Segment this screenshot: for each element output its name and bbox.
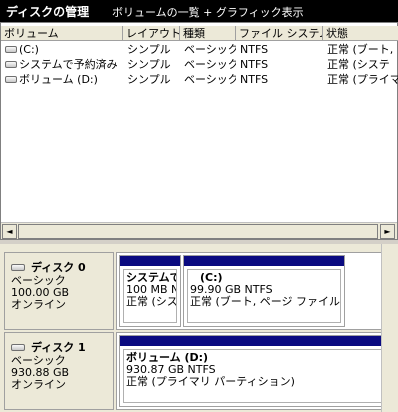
disk-name: ディスク 0 [31,261,86,274]
disk-status: オンライン [11,298,66,311]
partition-c[interactable]: (C:) 99.90 GB NTFS 正常 (ブート, ページ ファイル, ク [183,255,345,327]
volume-name: ボリューム (D:) [19,73,98,86]
disk-name: ディスク 1 [31,341,86,354]
volume-list: (C:) シンプル ベーシック NTFS 正常 (ブート, システムで予約済み … [1,42,398,87]
partition-status: 正常 (プライマリ パーティション) [126,375,295,388]
vertical-scrollbar[interactable] [381,244,398,412]
disk-icon [11,263,25,271]
disk-graphic-pane: ディスク 0 ベーシック 100.00 GB オンライン システムで 100 M… [0,244,398,412]
column-header-filesystem[interactable]: ファイル システム [236,26,323,41]
volume-type: ベーシック [184,58,236,71]
disk-status: オンライン [11,378,66,391]
volume-list-pane: ボリューム レイアウト 種類 ファイル システム 状態 (C:) シンプル ベー… [0,22,398,240]
volume-status: 正常 (プライマ [327,73,398,86]
column-header-volume[interactable]: ボリューム [1,26,123,41]
column-header-row: ボリューム レイアウト 種類 ファイル システム 状態 [1,26,398,41]
volume-layout: シンプル [127,73,171,86]
volume-filesystem: NTFS [240,43,269,56]
volume-drive-icon [5,75,17,83]
horizontal-scrollbar[interactable]: ◄ ► [1,222,397,239]
partition-color-bar [184,256,344,266]
partition-color-bar [120,336,388,346]
volume-row[interactable]: ボリューム (D:) シンプル ベーシック NTFS 正常 (プライマ [1,72,398,87]
disk-0-partition-area: システムで 100 MB N 正常 (シス (C:) 99.90 GB NTFS… [116,252,394,330]
window-title: ディスクの管理 [6,5,90,19]
volume-drive-icon [5,45,17,53]
column-header-type[interactable]: 種類 [180,26,236,41]
disk-0-label[interactable]: ディスク 0 ベーシック 100.00 GB オンライン [4,252,114,330]
scroll-left-button[interactable]: ◄ [2,224,17,239]
view-mode-label: ボリュームの一覧 + グラフィック表示 [112,6,304,19]
volume-drive-icon [5,60,17,68]
partition-color-bar [120,256,180,266]
arrow-left-icon: ◄ [6,227,13,236]
disk-1-partition-area: ボリューム (D:) 930.87 GB NTFS 正常 (プライマリ パーティ… [116,332,394,410]
volume-row[interactable]: システムで予約済み シンプル ベーシック NTFS 正常 (システ [1,57,398,72]
volume-status: 正常 (システ [327,58,390,71]
disk-1-label[interactable]: ディスク 1 ベーシック 930.88 GB オンライン [4,332,114,410]
title-bar: ディスクの管理 ボリュームの一覧 + グラフィック表示 [0,0,398,22]
volume-layout: シンプル [127,43,171,56]
volume-filesystem: NTFS [240,58,269,71]
volume-name: (C:) [19,43,39,56]
volume-status: 正常 (ブート, [327,43,394,56]
scrollbar-thumb[interactable] [18,224,378,239]
partition-system-reserved[interactable]: システムで 100 MB N 正常 (シス [119,255,181,327]
volume-name: システムで予約済み [19,58,118,71]
column-header-status[interactable]: 状態 [323,26,398,41]
partition-status: 正常 (ブート, ページ ファイル, ク [190,295,341,308]
scroll-right-button[interactable]: ► [380,224,395,239]
arrow-right-icon: ► [384,227,391,236]
partition-d[interactable]: ボリューム (D:) 930.87 GB NTFS 正常 (プライマリ パーティ… [119,335,389,407]
volume-type: ベーシック [184,73,236,86]
volume-row[interactable]: (C:) シンプル ベーシック NTFS 正常 (ブート, [1,42,398,57]
volume-filesystem: NTFS [240,73,269,86]
disk-icon [11,343,25,351]
partition-status: 正常 (シス [126,295,177,308]
column-header-layout[interactable]: レイアウト [123,26,180,41]
volume-type: ベーシック [184,43,236,56]
volume-layout: シンプル [127,58,171,71]
